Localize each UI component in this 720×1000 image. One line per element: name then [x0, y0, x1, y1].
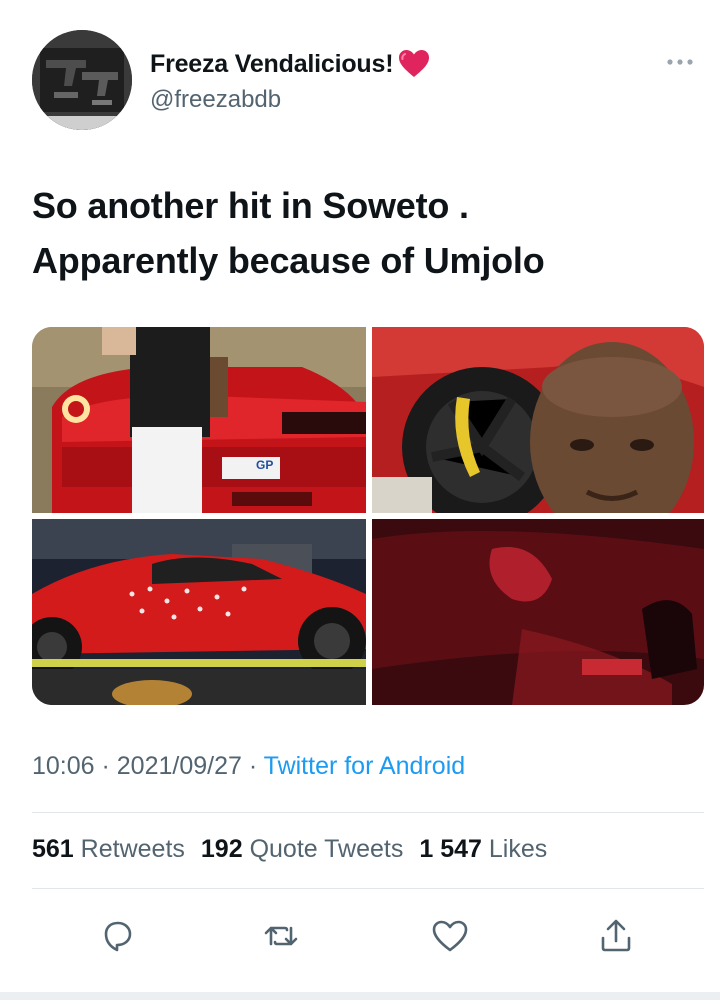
- meta-separator: ·: [241, 752, 264, 780]
- more-icon[interactable]: [664, 52, 696, 72]
- plate-text: GP: [256, 458, 274, 472]
- tweet-date[interactable]: 2021/09/27: [117, 752, 242, 780]
- bottom-bar: [0, 992, 720, 1000]
- tweet-time[interactable]: 10:06: [32, 752, 95, 780]
- media-grid: GP: [32, 327, 704, 705]
- tweet-actions: [32, 908, 704, 964]
- like-button[interactable]: [422, 908, 478, 964]
- divider: [32, 888, 704, 889]
- likes-count: 1 547: [419, 835, 482, 863]
- media-photo-car-rear[interactable]: GP: [32, 327, 366, 513]
- retweets-label: Retweets: [80, 835, 185, 863]
- avatar[interactable]: [32, 30, 132, 130]
- reply-button[interactable]: [90, 908, 146, 964]
- tweet-source-link[interactable]: Twitter for Android: [264, 752, 465, 780]
- heart-icon: [397, 47, 431, 81]
- display-name[interactable]: Freeza Vendalicious!: [150, 50, 394, 79]
- user-handle[interactable]: @freezabdb: [150, 86, 281, 114]
- tweet-text-line: So another hit in Soweto .: [32, 185, 469, 226]
- share-icon: [601, 919, 631, 952]
- tweet-text-line: Apparently because of Umjolo: [32, 240, 545, 281]
- tweet-stats: 561 Retweets 192 Quote Tweets 1 547 Like…: [32, 835, 547, 864]
- tweet-meta: 10:06 · 2021/09/27 · Twitter for Android: [32, 752, 465, 781]
- share-button[interactable]: [588, 908, 644, 964]
- retweets-stat[interactable]: 561 Retweets: [32, 835, 185, 864]
- user-name-row[interactable]: Freeza Vendalicious!: [150, 47, 431, 81]
- avatar-image: [32, 30, 132, 130]
- divider: [32, 812, 704, 813]
- retweets-count: 561: [32, 835, 74, 863]
- retweet-button[interactable]: [253, 908, 309, 964]
- tweet-text: So another hit in Soweto . Apparently be…: [32, 178, 692, 288]
- retweet-icon: [264, 926, 298, 946]
- likes-stat[interactable]: 1 547 Likes: [419, 835, 547, 864]
- like-icon: [432, 920, 468, 952]
- quotes-stat[interactable]: 192 Quote Tweets: [201, 835, 403, 864]
- media-photo-night[interactable]: [372, 519, 704, 705]
- meta-separator: ·: [94, 752, 117, 780]
- quotes-label: Quote Tweets: [249, 835, 404, 863]
- likes-label: Likes: [488, 835, 548, 863]
- media-photo-selfie[interactable]: [372, 327, 704, 513]
- reply-icon: [104, 921, 132, 952]
- media-photo-car-side[interactable]: [32, 519, 366, 705]
- quotes-count: 192: [200, 835, 243, 863]
